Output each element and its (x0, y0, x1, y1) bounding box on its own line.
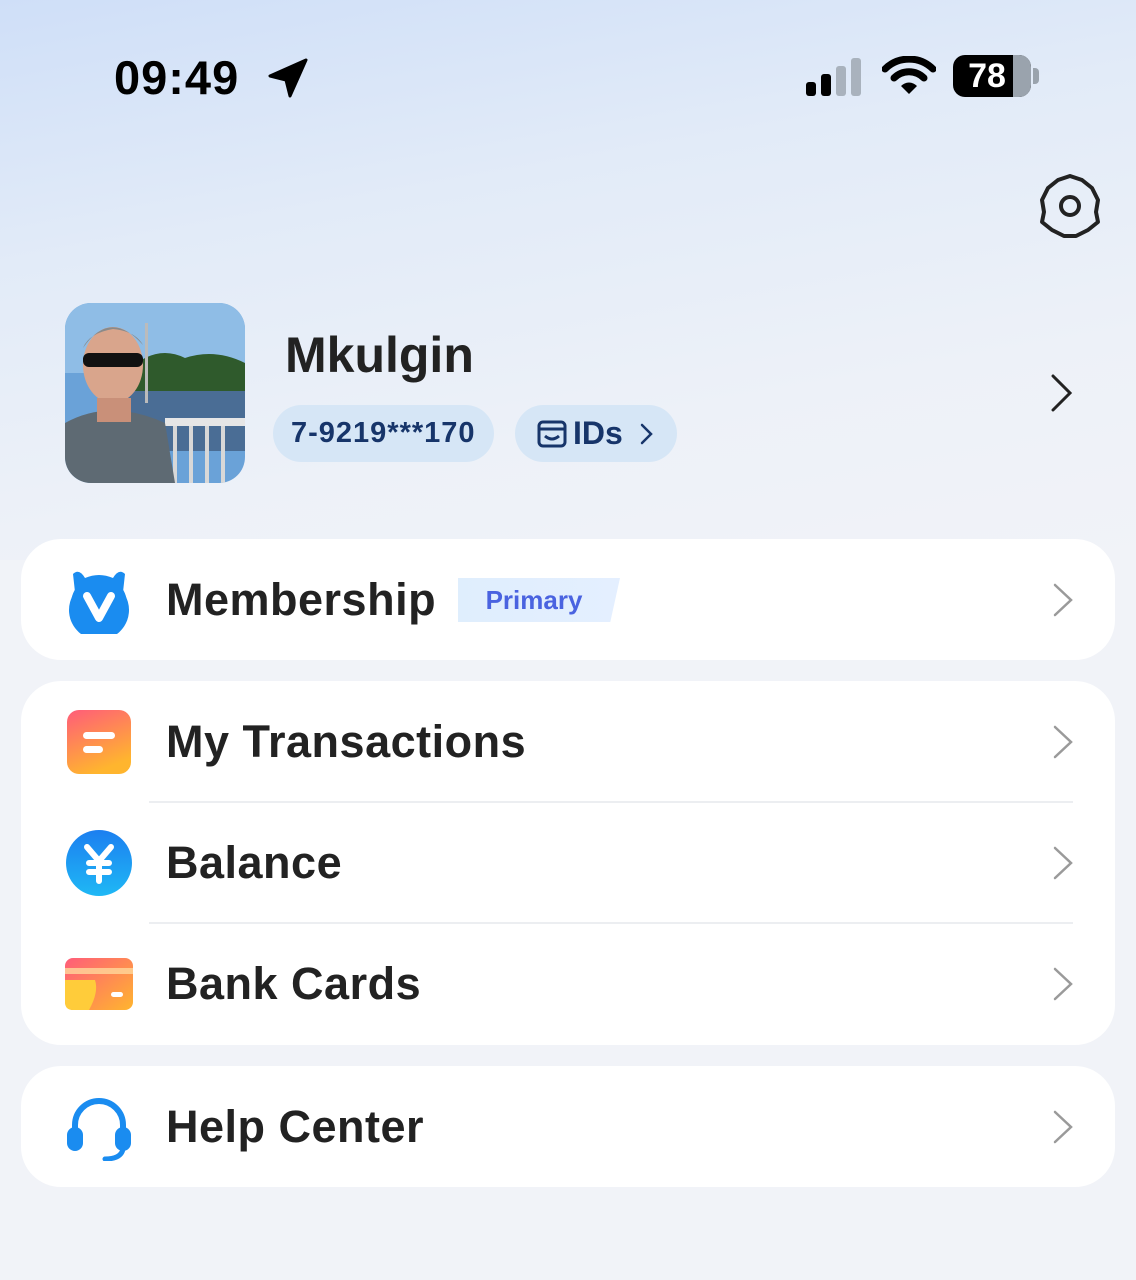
finance-card: My Transactions Balance Bank Cards (21, 681, 1115, 1045)
status-bar: 09:49 78 (0, 0, 1136, 150)
help-card: Help Center (21, 1066, 1115, 1187)
location-arrow-icon (268, 58, 308, 98)
chevron-right-icon (1053, 1110, 1073, 1144)
transactions-icon (67, 710, 131, 774)
badge-label: Primary (485, 585, 583, 615)
yuan-icon (66, 830, 132, 896)
membership-card: Membership Primary (21, 539, 1115, 660)
headset-icon (67, 1098, 131, 1161)
membership-v-icon (69, 571, 129, 634)
battery-icon: 78 (953, 55, 1039, 97)
ids-label: IDs (573, 415, 623, 451)
menu-item-membership[interactable]: Membership Primary (21, 539, 1115, 660)
menu-item-label: Balance (166, 837, 343, 888)
menu-item-label: My Transactions (166, 716, 527, 767)
menu-item-bank-cards[interactable]: Bank Cards (21, 923, 1115, 1044)
status-time: 09:49 (114, 51, 240, 104)
chevron-right-icon (640, 423, 653, 445)
menu-item-label: Membership (166, 574, 437, 625)
avatar[interactable] (65, 303, 245, 483)
signal-icon (806, 58, 861, 96)
phone-number-chip: 7-9219***170 (273, 405, 494, 462)
chevron-right-icon (1053, 967, 1073, 1001)
battery-percentage: 78 (968, 57, 1006, 95)
profile-chevron-icon[interactable] (1048, 372, 1076, 414)
chevron-right-icon (1053, 846, 1073, 880)
chevron-right-icon (1053, 583, 1073, 617)
id-card-icon (537, 420, 567, 448)
bank-card-icon (65, 958, 133, 1010)
menu-item-balance[interactable]: Balance (21, 802, 1115, 923)
menu-item-help-center[interactable]: Help Center (21, 1066, 1115, 1187)
menu-item-label: Help Center (166, 1101, 425, 1152)
wifi-icon (882, 56, 936, 94)
menu-item-transactions[interactable]: My Transactions (21, 681, 1115, 802)
username: Mkulgin (285, 327, 474, 383)
gear-icon[interactable] (1036, 172, 1104, 240)
chevron-right-icon (1053, 725, 1073, 759)
status-badge: Primary (458, 578, 620, 622)
menu-item-label: Bank Cards (166, 958, 422, 1009)
ids-button[interactable]: IDs (515, 405, 677, 462)
